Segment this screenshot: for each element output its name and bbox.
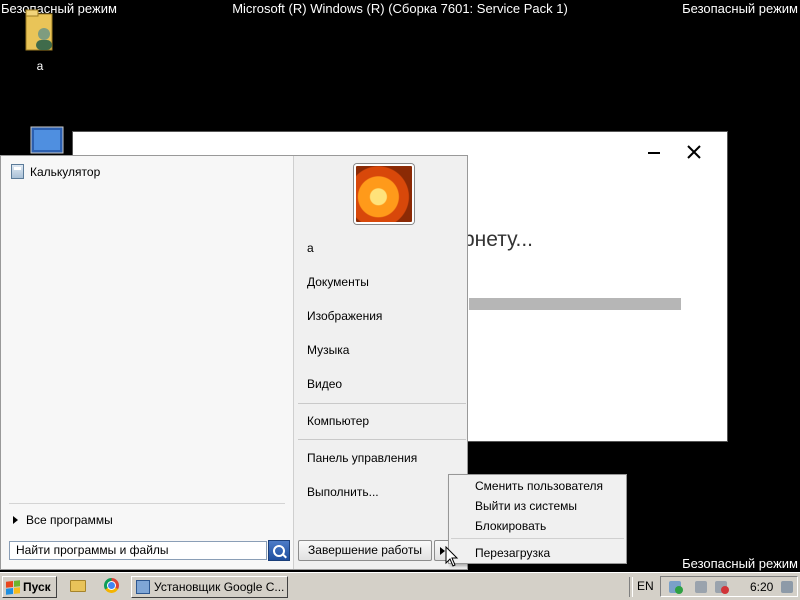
explorer-icon[interactable] [70,580,86,592]
windows-build-label: Microsoft (R) Windows (R) (Сборка 7601: … [232,1,568,16]
computer-icon [30,126,64,154]
control-panel-link[interactable]: Панель управления [307,451,417,465]
all-programs-label: Все программы [26,513,113,527]
shutdown-button[interactable]: Завершение работы [298,540,432,561]
arrow-right-icon [13,516,18,524]
close-icon [687,145,701,159]
clock[interactable]: 6:20 [750,580,773,594]
safe-mode-label-bottom-right: Безопасный режим [682,556,798,571]
images-link[interactable]: Изображения [307,309,382,323]
divider [9,503,285,504]
lock-item[interactable]: Блокировать [475,519,546,533]
divider [629,577,633,597]
search-button[interactable] [268,540,290,561]
chrome-icon[interactable] [104,578,119,593]
taskbar-installer-button[interactable]: Установщик Google C... [131,576,288,598]
system-tray: 6:20 [660,576,798,597]
user-folder-icon [25,9,53,51]
minimize-button[interactable] [647,140,661,163]
language-indicator[interactable]: EN [637,579,654,593]
start-button[interactable]: Пуск [2,576,57,598]
arrow-right-icon [439,546,445,555]
windows-logo-icon [6,579,20,595]
user-name-link[interactable]: a [307,241,314,255]
safe-mode-label-top-right: Безопасный режим [682,1,798,16]
installer-progress-bar [469,298,681,310]
taskbar-installer-label: Установщик Google C... [154,580,285,594]
start-menu-programs-pane: Калькулятор Все программы Найти программ… [1,156,294,569]
search-icon [273,544,285,557]
desktop-user-folder[interactable]: a [10,8,70,73]
restart-item[interactable]: Перезагрузка [475,546,550,560]
installer-status-text: рнету... [463,228,534,251]
start-menu-places-pane: a Документы Изображения Музыка Видео Ком… [294,156,467,569]
show-desktop-icon[interactable] [781,581,793,593]
program-item-calculator[interactable]: Калькулятор [11,164,100,179]
network-icon[interactable] [695,581,707,593]
music-link[interactable]: Музыка [307,343,349,357]
volume-muted-icon [721,586,729,594]
start-button-label: Пуск [23,580,51,594]
shutdown-submenu: Сменить пользователя Выйти из системы Бл… [448,474,627,564]
log-off-item[interactable]: Выйти из системы [475,499,577,513]
divider [298,439,466,440]
mouse-cursor-icon [445,546,459,567]
divider [451,538,624,539]
calculator-icon [11,164,24,179]
computer-link[interactable]: Компьютер [307,414,369,428]
close-button[interactable] [687,142,701,165]
documents-link[interactable]: Документы [307,275,369,289]
divider [298,403,466,404]
run-link[interactable]: Выполнить... [307,485,379,499]
minimize-icon [648,152,660,154]
search-input[interactable]: Найти программы и файлы [9,541,267,560]
switch-user-item[interactable]: Сменить пользователя [475,479,603,493]
user-avatar[interactable] [354,164,414,224]
video-link[interactable]: Видео [307,377,342,391]
all-programs-button[interactable]: Все программы [13,513,113,527]
taskbar: Пуск Установщик Google C... EN 6:20 [0,572,800,600]
program-item-label: Калькулятор [30,164,101,179]
ok-status-icon [675,586,683,594]
start-menu: Калькулятор Все программы Найти программ… [0,155,468,570]
installer-icon [136,580,150,594]
desktop-user-folder-label: a [36,59,44,73]
